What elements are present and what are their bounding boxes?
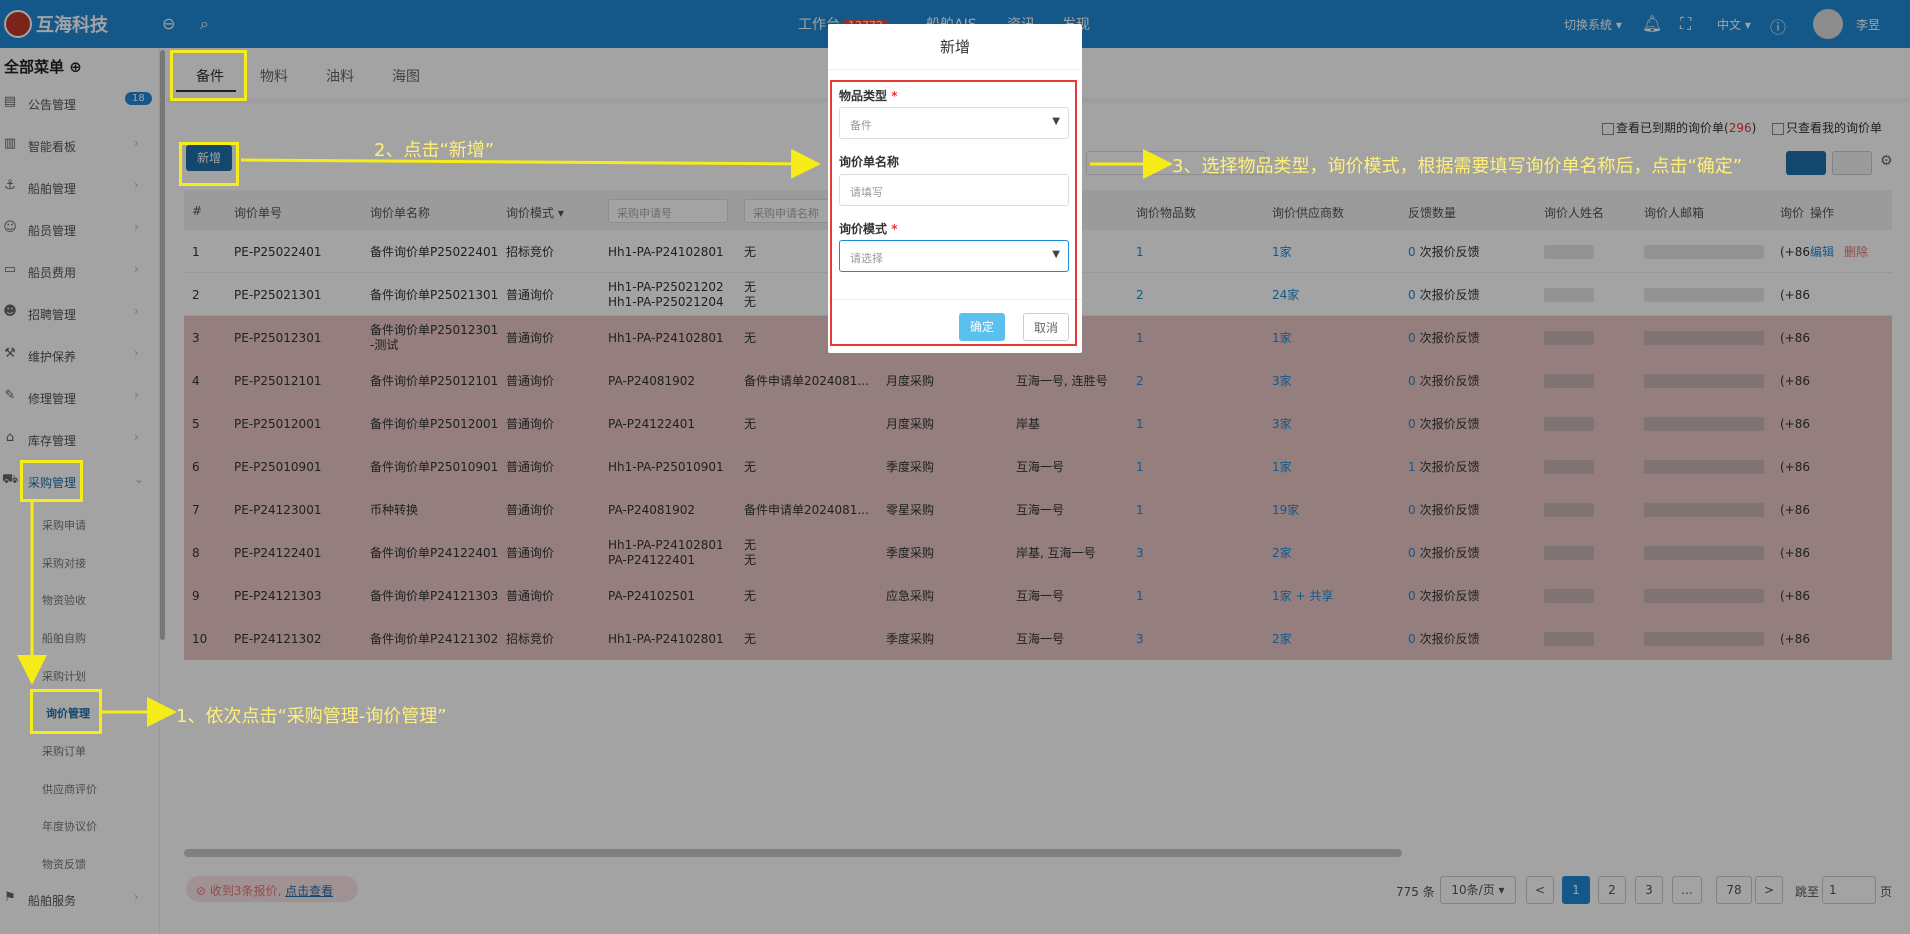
annotation-step2: 2、点击“新增” [374, 140, 495, 161]
arrow-step2 [240, 148, 821, 179]
annotation-step3: 3、选择物品类型，询价模式，根据需要填写询价单名称后，点击“确定” [1172, 156, 1743, 177]
annotation-step1: 1、依次点击“采购管理-询价管理” [176, 706, 447, 727]
annotation-arrows [17, 148, 1173, 727]
